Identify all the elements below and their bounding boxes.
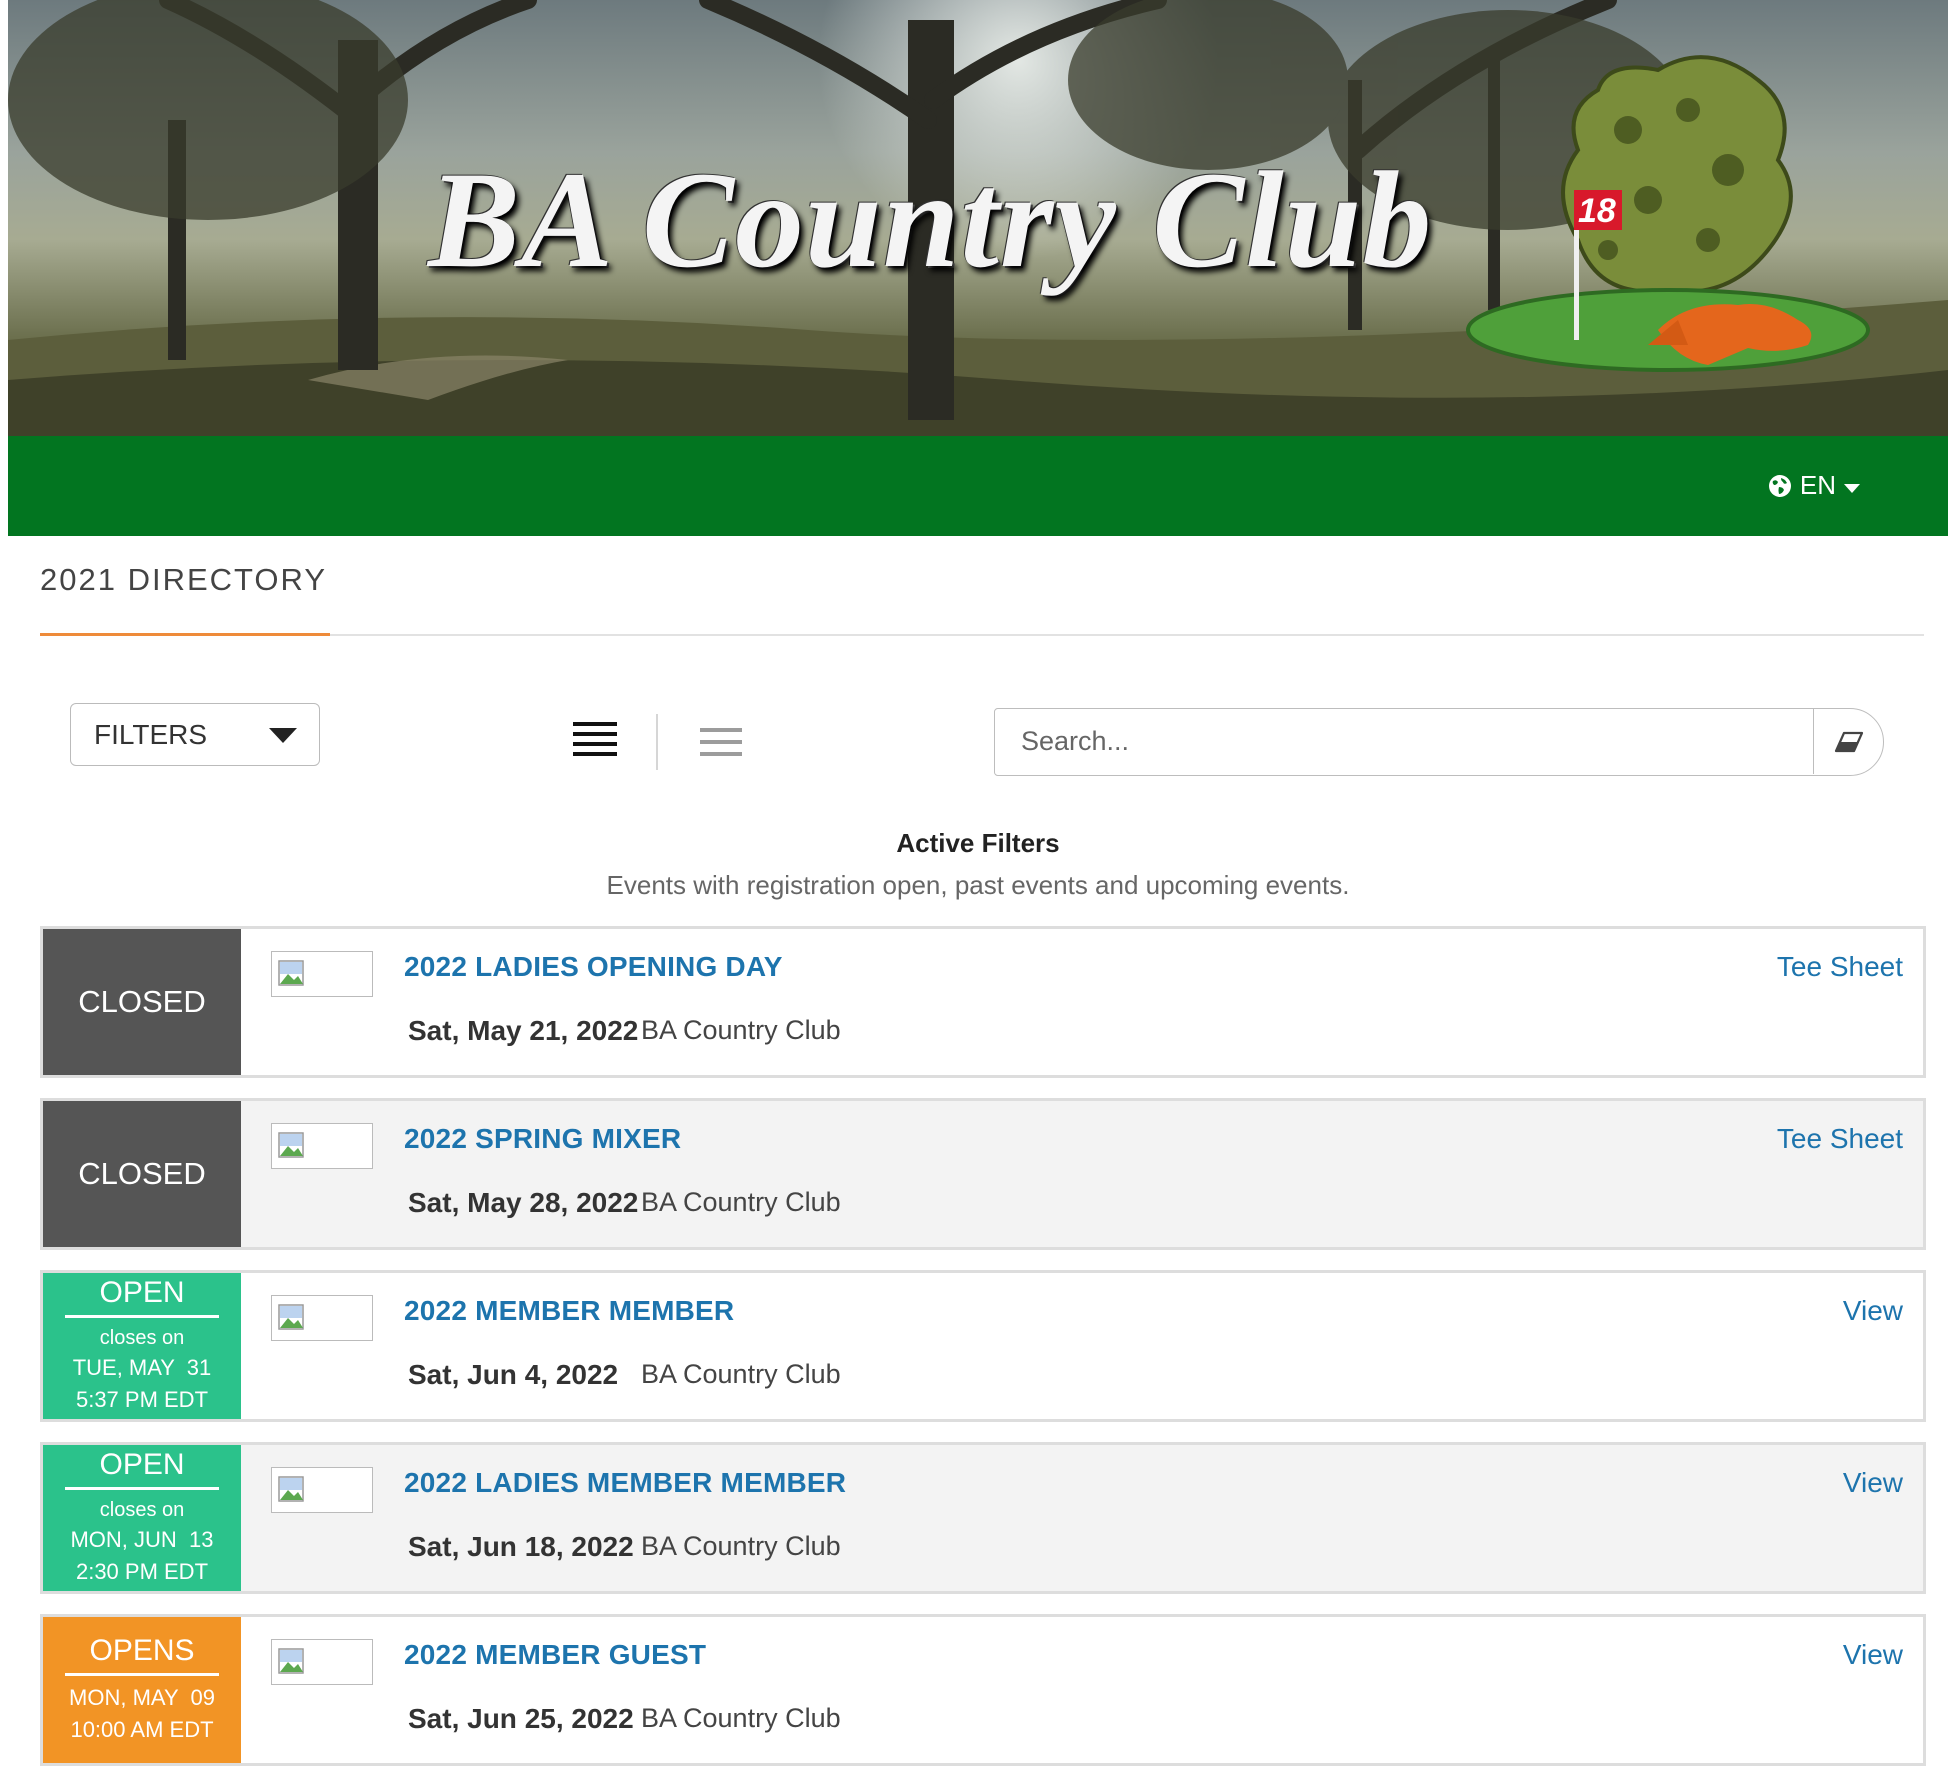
status-note: closes on	[99, 1327, 185, 1349]
status-day: MON, JUN 13	[70, 1527, 214, 1552]
status-label: OPENS	[89, 1634, 195, 1667]
event-location: BA Country Club	[641, 1359, 841, 1389]
status-note: closes on	[99, 1499, 185, 1521]
club-name-logo: BA Country Club	[428, 143, 1433, 296]
top-navbar: EN	[8, 436, 1948, 536]
title-underline-accent	[40, 633, 330, 636]
status-badge-opens: OPENS MON, MAY 09 10:00 AM EDT	[43, 1617, 241, 1763]
view-link[interactable]: View	[1843, 1467, 1903, 1499]
event-row: CLOSED 2022 LADIES OPENING DAY Sat, May …	[40, 926, 1926, 1078]
caret-down-icon	[1844, 484, 1860, 493]
events-list: CLOSED 2022 LADIES OPENING DAY Sat, May …	[40, 926, 1926, 1786]
eraser-icon	[1834, 731, 1863, 752]
flag-number: 18	[1578, 192, 1616, 230]
status-divider	[65, 1487, 219, 1490]
status-day: TUE, MAY 31	[72, 1355, 212, 1380]
status-label: CLOSED	[78, 1156, 206, 1191]
event-date: Sat, Jun 4, 2022	[408, 1359, 619, 1390]
filters-dropdown[interactable]: FILTERS	[70, 703, 320, 766]
tee-sheet-link[interactable]: Tee Sheet	[1777, 951, 1903, 983]
filters-label: FILTERS	[94, 718, 208, 750]
event-title-link[interactable]: 2022 MEMBER MEMBER	[404, 1295, 734, 1327]
event-location: BA Country Club	[641, 1015, 841, 1045]
event-title-link[interactable]: 2022 MEMBER GUEST	[404, 1639, 706, 1671]
view-toggle-divider	[656, 714, 658, 770]
event-date: Sat, Jun 18, 2022	[408, 1531, 634, 1562]
event-row: OPEN closes on MON, JUN 13 2:30 PM EDT 2…	[40, 1442, 1926, 1594]
event-date: Sat, Jun 25, 2022	[408, 1703, 634, 1734]
view-link[interactable]: View	[1843, 1295, 1903, 1327]
event-date: Sat, May 28, 2022	[408, 1187, 639, 1218]
tee-sheet-link[interactable]: Tee Sheet	[1777, 1123, 1903, 1155]
status-label: CLOSED	[78, 984, 206, 1019]
event-image[interactable]	[271, 951, 373, 997]
broken-image-icon	[278, 1648, 304, 1674]
view-link[interactable]: View	[1843, 1639, 1903, 1671]
event-title-link[interactable]: 2022 LADIES MEMBER MEMBER	[404, 1467, 846, 1499]
page: BA Country Club 18 EN 2021 DIRECTORY FIL…	[8, 0, 1948, 1792]
club-banner: BA Country Club 18	[8, 0, 1948, 436]
event-image[interactable]	[271, 1295, 373, 1341]
event-date: Sat, May 21, 2022	[408, 1015, 639, 1046]
event-image[interactable]	[271, 1123, 373, 1169]
event-title-link[interactable]: 2022 SPRING MIXER	[404, 1123, 681, 1155]
status-time: 5:37 PM EDT	[75, 1387, 209, 1412]
status-label: OPEN	[99, 1448, 185, 1481]
broken-image-icon	[278, 1304, 304, 1330]
active-filters-title: Active Filters	[896, 828, 1060, 858]
list-view-icon[interactable]	[573, 722, 617, 760]
event-row: OPEN closes on TUE, MAY 31 5:37 PM EDT 2…	[40, 1270, 1926, 1422]
active-filters-description: Events with registration open, past even…	[606, 870, 1350, 900]
status-label: OPEN	[99, 1276, 185, 1309]
event-location: BA Country Club	[641, 1531, 841, 1561]
status-badge-closed: CLOSED	[43, 929, 241, 1075]
event-row: CLOSED 2022 SPRING MIXER Sat, May 28, 20…	[40, 1098, 1926, 1250]
triangle-down-icon	[269, 728, 297, 743]
broken-image-icon	[278, 960, 304, 986]
search-box	[994, 708, 1884, 776]
clear-search-button[interactable]	[1813, 709, 1883, 774]
search-input[interactable]	[995, 709, 1813, 774]
event-image[interactable]	[271, 1639, 373, 1685]
language-selector[interactable]: EN	[1768, 470, 1860, 501]
event-location: BA Country Club	[641, 1187, 841, 1217]
status-badge-open: OPEN closes on TUE, MAY 31 5:37 PM EDT	[43, 1273, 241, 1419]
status-day: MON, MAY 09	[69, 1685, 215, 1710]
status-time: 2:30 PM EDT	[75, 1559, 209, 1584]
broken-image-icon	[278, 1476, 304, 1502]
event-title-link[interactable]: 2022 LADIES OPENING DAY	[404, 951, 783, 983]
event-row: OPENS MON, MAY 09 10:00 AM EDT 2022 MEMB…	[40, 1614, 1926, 1766]
page-title: 2021 DIRECTORY	[40, 562, 328, 597]
status-divider	[65, 1673, 219, 1676]
event-image[interactable]	[271, 1467, 373, 1513]
status-badge-open: OPEN closes on MON, JUN 13 2:30 PM EDT	[43, 1445, 241, 1591]
status-time: 10:00 AM EDT	[70, 1717, 214, 1742]
event-location: BA Country Club	[641, 1703, 841, 1733]
language-label: EN	[1799, 470, 1836, 500]
globe-icon	[1768, 474, 1791, 497]
broken-image-icon	[278, 1132, 304, 1158]
status-divider	[65, 1315, 219, 1318]
status-badge-closed: CLOSED	[43, 1101, 241, 1247]
compact-view-icon[interactable]	[700, 728, 742, 758]
